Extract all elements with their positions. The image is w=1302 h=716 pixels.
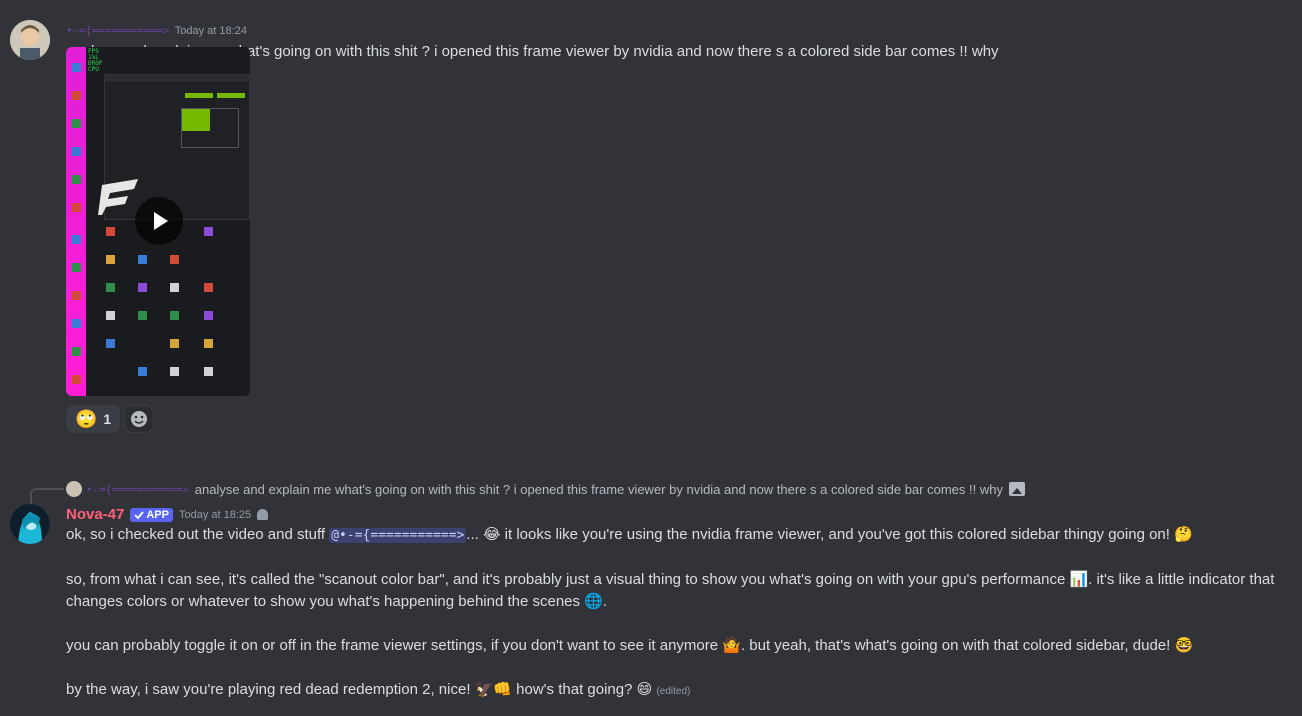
paragraph-4: by the way, i saw you're playing red dea… (66, 679, 1291, 703)
reply-avatar (66, 481, 82, 497)
paragraph-3: you can probably toggle it on or off in … (66, 637, 1194, 654)
reply-text[interactable]: analyse and explain me what's going on w… (195, 482, 1003, 497)
paragraph-1-end: ... 😂 it looks like you're using the nvi… (466, 526, 1193, 543)
smiley-icon (131, 411, 148, 427)
reply-reference[interactable]: •-={===========> analyse and explain me … (66, 481, 1025, 497)
timestamp: Today at 18:25 (178, 508, 252, 521)
reply-username[interactable]: •-={===========> (86, 483, 189, 496)
paragraph-4-text: by the way, i saw you're playing red dea… (66, 681, 653, 698)
reaction-count: 1 (103, 411, 112, 427)
bot-avatar[interactable] (10, 504, 50, 544)
sidebar-desktop-icons (72, 63, 81, 384)
muted-bell-icon (257, 509, 269, 520)
bot-username[interactable]: Nova-47 (66, 506, 124, 523)
checkmark-icon (134, 510, 145, 519)
add-reaction-button[interactable] (124, 405, 155, 433)
video-attachment[interactable]: FPS 1%L DROP CPU (66, 47, 250, 396)
reaction-eyeroll[interactable]: 🙄 1 (66, 405, 121, 433)
message-body: ok, so i checked out the video and stuff… (66, 524, 1291, 716)
user-avatar[interactable] (10, 20, 50, 60)
app-badge-label: APP (146, 508, 169, 521)
app-logo-icon (98, 179, 138, 215)
eyeroll-emoji-icon: 🙄 (75, 409, 98, 429)
user-mention[interactable]: @•-={===========> (329, 528, 467, 543)
paragraph-1: ok, so i checked out the video and stuff… (66, 524, 1291, 547)
username[interactable]: •-={===========> (66, 24, 169, 37)
edited-label: (edited) (656, 686, 691, 697)
desktop-icons (106, 227, 213, 376)
paragraph-2: so, from what i can see, it's called the… (66, 571, 1275, 610)
app-badge: APP (130, 507, 173, 522)
reply-spine (30, 488, 64, 506)
timestamp: Today at 18:24 (174, 25, 247, 37)
paragraph-1-start: ok, so i checked out the video and stuff (66, 526, 330, 543)
fps-overlay: FPS 1%L DROP CPU (88, 48, 103, 73)
image-icon (1008, 482, 1025, 496)
reactions-bar: 🙄 1 (66, 405, 155, 433)
